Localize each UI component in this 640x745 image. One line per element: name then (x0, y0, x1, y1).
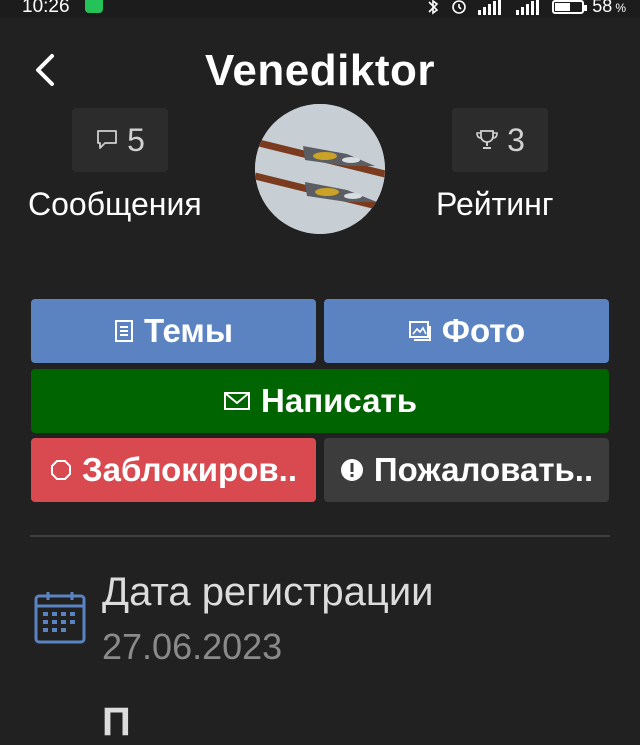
battery-fill (555, 2, 571, 11)
document-icon (114, 320, 133, 342)
messages-count-box[interactable]: 5 (72, 108, 168, 172)
avatar[interactable] (255, 104, 385, 234)
block-button-label: Заблокиров.. (81, 451, 297, 488)
photo-icon (408, 321, 431, 341)
exclamation-icon (340, 459, 363, 481)
registration-date-value: 27.06.2023 (102, 626, 283, 667)
topics-button[interactable]: Темы (31, 299, 316, 363)
status-bar: 10:26 58% (0, 0, 640, 18)
comment-icon (97, 130, 117, 149)
rating-count-box[interactable]: 3 (452, 108, 548, 172)
report-user-button[interactable]: Пожаловать.. (324, 438, 609, 502)
app-notification-icon (85, 0, 103, 13)
rating-label: Рейтинг (436, 186, 554, 222)
messages-label: Сообщения (28, 186, 202, 222)
status-time: 10:26 (22, 0, 70, 17)
trophy-icon (476, 130, 498, 149)
block-icon (50, 460, 71, 480)
avatar-image (255, 104, 385, 234)
registration-date-label: Дата регистрации (102, 570, 434, 614)
calendar-icon (34, 592, 86, 644)
battery-icon (552, 0, 588, 14)
photo-button-label: Фото (441, 312, 526, 349)
rating-count: 3 (507, 121, 525, 158)
status-icons: 58% (424, 0, 626, 17)
photo-button[interactable]: Фото (324, 299, 609, 363)
signal-2-icon (516, 0, 540, 15)
write-button-label: Написать (261, 382, 417, 419)
battery-percent: 58% (592, 0, 626, 16)
messages-count: 5 (127, 121, 145, 158)
topics-button-label: Темы (143, 312, 234, 349)
next-info-label: П (102, 700, 131, 744)
page-title: Venediktor (205, 46, 435, 95)
bluetooth-icon (428, 0, 439, 15)
report-button-label: Пожаловать.. (373, 451, 594, 488)
signal-icon (478, 0, 502, 15)
block-user-button[interactable]: Заблокиров.. (31, 438, 316, 502)
divider (30, 535, 610, 537)
write-message-button[interactable]: Написать (31, 369, 609, 433)
alarm-icon (452, 0, 467, 14)
envelope-icon (224, 392, 251, 410)
